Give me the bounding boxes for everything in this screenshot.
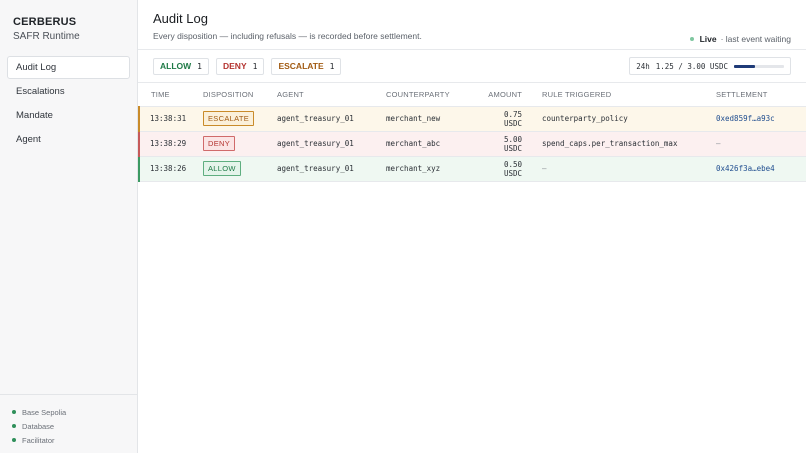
sidebar-item-mandate[interactable]: Mandate xyxy=(7,104,130,127)
chip-label: DENY xyxy=(223,61,247,71)
status-dot-icon xyxy=(12,438,16,442)
status-item-base-sepolia: Base Sepolia xyxy=(12,405,125,419)
disposition-badge: DENY xyxy=(203,136,236,151)
cell-agent: agent_treasury_01 xyxy=(277,156,386,182)
chip-value: 1 xyxy=(329,61,335,71)
settlement-tx-link[interactable]: 0xed859f…a93c xyxy=(716,106,806,132)
cell-amount: 0.50 USDC xyxy=(482,156,542,182)
column-header-counterparty[interactable]: COUNTERPARTY xyxy=(386,83,482,107)
cell-amount: 0.75 USDC xyxy=(482,106,542,132)
cell-agent: agent_treasury_01 xyxy=(277,131,386,157)
audit-log-table: TIME DISPOSITION AGENT COUNTERPARTY AMOU… xyxy=(138,83,806,182)
table-header-row: TIME DISPOSITION AGENT COUNTERPARTY AMOU… xyxy=(139,83,806,107)
chip-value: 1 xyxy=(252,61,258,71)
live-indicator: Live · last event waiting xyxy=(689,28,791,49)
settlement-tx-link[interactable]: 0x426f3a…ebe4 xyxy=(716,156,806,182)
cell-disposition: ALLOW xyxy=(203,156,277,182)
column-header-agent[interactable]: AGENT xyxy=(277,83,386,107)
sidebar: CERBERUS SAFR Runtime Audit Log Escalati… xyxy=(0,0,138,453)
status-item-facilitator: Facilitator xyxy=(12,433,125,447)
cell-rule: spend_caps.per_transaction_max xyxy=(542,131,716,157)
table-row[interactable]: 13:38:31 ESCALATE agent_treasury_01 merc… xyxy=(138,106,806,132)
status-dot-icon xyxy=(12,410,16,414)
budget-window: 24h xyxy=(636,61,650,71)
allow-count-chip[interactable]: ALLOW 1 xyxy=(153,57,209,75)
cell-rule: — xyxy=(542,156,716,182)
cell-agent: agent_treasury_01 xyxy=(277,106,386,132)
spend-budget-meter: 24h 1.25 / 3.00 USDC xyxy=(629,57,791,75)
escalate-count-chip[interactable]: ESCALATE 1 xyxy=(271,57,342,75)
chip-value: 1 xyxy=(197,61,202,71)
page-header: Audit Log Every disposition — including … xyxy=(138,0,806,50)
status-dot-icon xyxy=(12,424,16,428)
column-header-settlement[interactable]: SETTLEMENT xyxy=(716,83,806,107)
table-row[interactable]: 13:38:26 ALLOW agent_treasury_01 merchan… xyxy=(138,156,806,182)
service-status-list: Base Sepolia Database Facilitator xyxy=(0,394,137,453)
summary-toolbar: ALLOW 1 DENY 1 ESCALATE 1 24h 1.25 / 3.0… xyxy=(138,50,806,83)
brand-name: CERBERUS xyxy=(13,16,77,28)
cell-time: 13:38:31 xyxy=(138,106,203,132)
cell-time: 13:38:29 xyxy=(138,131,203,157)
status-label: Database xyxy=(22,421,55,431)
app-window: CERBERUS SAFR Runtime Audit Log Escalati… xyxy=(0,0,806,453)
disposition-badge: ALLOW xyxy=(203,161,241,176)
budget-text: 1.25 / 3.00 USDC xyxy=(655,61,728,71)
page-title: Audit Log xyxy=(153,11,208,26)
column-header-amount[interactable]: AMOUNT xyxy=(482,83,542,107)
brand-subtitle: SAFR Runtime xyxy=(13,31,80,42)
page-subtitle: Every disposition — including refusals —… xyxy=(153,31,422,41)
chip-label: ESCALATE xyxy=(278,61,324,71)
status-label: Facilitator xyxy=(22,435,55,445)
status-item-database: Database xyxy=(12,419,125,433)
main-panel: Audit Log Every disposition — including … xyxy=(138,0,806,453)
cell-disposition: ESCALATE xyxy=(203,106,277,132)
sidebar-item-escalations[interactable]: Escalations xyxy=(7,80,130,103)
live-label: Live xyxy=(699,33,717,44)
deny-count-chip[interactable]: DENY 1 xyxy=(216,57,265,75)
cell-counterparty: merchant_abc xyxy=(386,131,482,157)
sidebar-item-audit-log[interactable]: Audit Log xyxy=(7,56,130,79)
status-label: Base Sepolia xyxy=(22,407,67,417)
sidebar-item-agent[interactable]: Agent xyxy=(7,128,130,151)
table-row[interactable]: 13:38:29 DENY agent_treasury_01 merchant… xyxy=(138,131,806,157)
budget-progress-fill xyxy=(734,64,755,68)
cell-time: 13:38:26 xyxy=(138,156,203,182)
column-header-time[interactable]: TIME xyxy=(139,83,203,107)
cell-counterparty: merchant_new xyxy=(386,106,482,132)
cell-rule: counterparty_policy xyxy=(542,106,716,132)
cell-counterparty: merchant_xyz xyxy=(386,156,482,182)
cell-settlement: — xyxy=(716,131,806,157)
cell-amount: 5.00 USDC xyxy=(482,131,542,157)
cell-disposition: DENY xyxy=(203,131,277,157)
sidebar-nav: Audit Log Escalations Mandate Agent xyxy=(0,52,137,152)
budget-progress-bar xyxy=(734,64,784,68)
live-dot-icon xyxy=(689,36,694,41)
brand: CERBERUS SAFR Runtime xyxy=(0,0,137,52)
column-header-disposition[interactable]: DISPOSITION xyxy=(203,83,277,107)
chip-label: ALLOW xyxy=(160,61,192,71)
disposition-badge: ESCALATE xyxy=(203,111,255,126)
live-status: · last event waiting xyxy=(720,33,791,44)
column-header-rule-triggered[interactable]: RULE TRIGGERED xyxy=(542,83,716,107)
